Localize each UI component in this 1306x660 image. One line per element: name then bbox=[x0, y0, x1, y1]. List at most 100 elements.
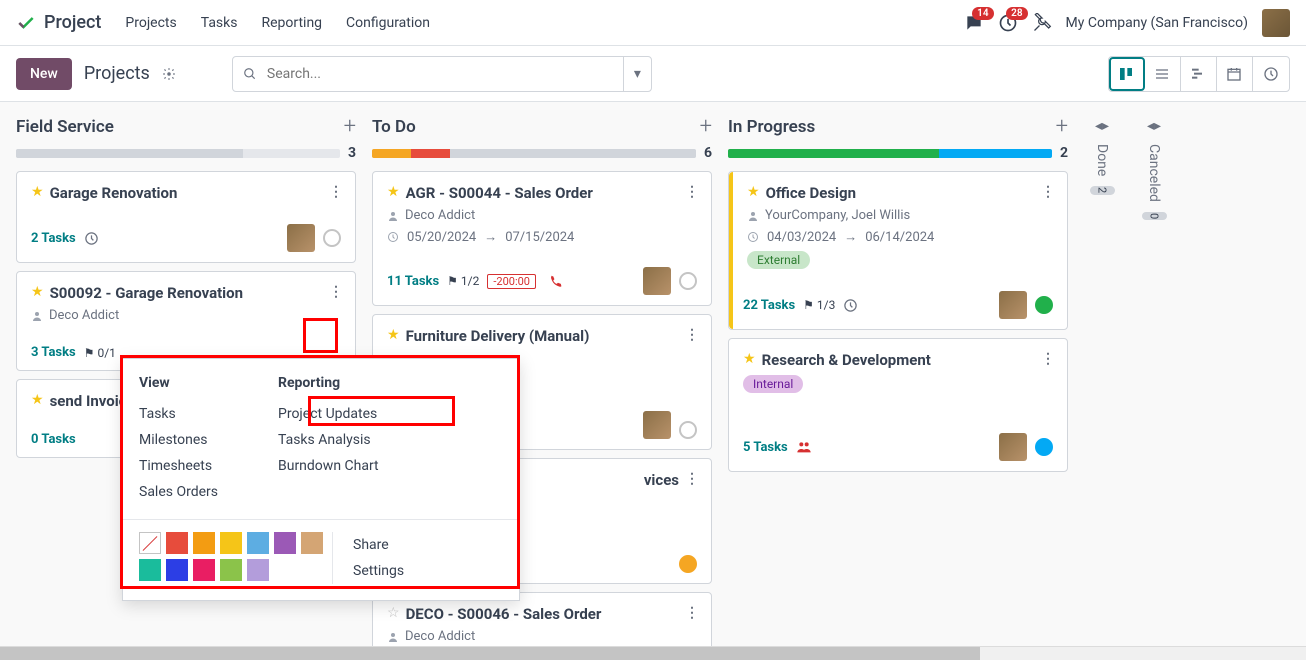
card-menu[interactable]: ⋮ bbox=[685, 605, 697, 621]
tasks-link[interactable]: 22 Tasks bbox=[743, 298, 795, 313]
assignee-avatar[interactable] bbox=[999, 433, 1027, 461]
menu-share[interactable]: Share bbox=[353, 532, 404, 558]
view-kanban[interactable] bbox=[1109, 57, 1145, 91]
menu-project-updates[interactable]: Project Updates bbox=[278, 401, 379, 427]
star-icon[interactable]: ☆ bbox=[387, 605, 400, 621]
status-circle[interactable] bbox=[679, 272, 697, 290]
milestone-flag[interactable]: ⚑ 1/3 bbox=[803, 298, 835, 312]
menu-sales-orders[interactable]: Sales Orders bbox=[139, 479, 218, 505]
user-avatar[interactable] bbox=[1262, 9, 1290, 37]
assignee-avatar[interactable] bbox=[643, 411, 671, 439]
nav-tasks[interactable]: Tasks bbox=[201, 15, 238, 31]
status-circle[interactable] bbox=[679, 421, 697, 439]
column-progress bbox=[728, 149, 1052, 158]
clock-icon[interactable] bbox=[843, 298, 858, 313]
team-icon[interactable] bbox=[796, 439, 812, 455]
nav-reporting[interactable]: Reporting bbox=[261, 15, 322, 31]
gear-icon[interactable] bbox=[162, 67, 176, 81]
swatch-tan[interactable] bbox=[301, 532, 323, 554]
arrow-icon: → bbox=[844, 229, 857, 245]
menu-settings[interactable]: Settings bbox=[353, 558, 404, 584]
status-circle[interactable] bbox=[679, 555, 697, 573]
card-menu[interactable]: ⋮ bbox=[329, 284, 341, 300]
star-icon[interactable]: ★ bbox=[31, 284, 44, 300]
assignee-avatar[interactable] bbox=[999, 291, 1027, 319]
card-menu[interactable]: ⋮ bbox=[1041, 351, 1053, 367]
clock-icon[interactable] bbox=[84, 231, 99, 246]
menu-burndown-chart[interactable]: Burndown Chart bbox=[278, 453, 379, 479]
menu-milestones[interactable]: Milestones bbox=[139, 427, 218, 453]
status-circle[interactable] bbox=[1035, 296, 1053, 314]
column-title[interactable]: To Do bbox=[372, 117, 416, 137]
tasks-link[interactable]: 0 Tasks bbox=[31, 432, 76, 447]
column-title[interactable]: Field Service bbox=[16, 117, 114, 137]
star-icon[interactable]: ★ bbox=[743, 351, 756, 367]
expand-icon[interactable]: ◂▸ bbox=[1147, 118, 1161, 134]
swatch-yellow[interactable] bbox=[220, 532, 242, 554]
swatch-orange[interactable] bbox=[193, 532, 215, 554]
status-circle[interactable] bbox=[1035, 438, 1053, 456]
menu-tasks[interactable]: Tasks bbox=[139, 401, 218, 427]
view-calendar[interactable] bbox=[1217, 57, 1253, 91]
horizontal-scrollbar[interactable] bbox=[0, 646, 1306, 660]
star-icon[interactable]: ★ bbox=[387, 327, 400, 343]
swatch-none[interactable] bbox=[139, 532, 161, 554]
menu-tasks-analysis[interactable]: Tasks Analysis bbox=[278, 427, 379, 453]
card-menu[interactable]: ⋮ bbox=[329, 184, 341, 200]
search-input[interactable] bbox=[267, 66, 623, 82]
column-add[interactable]: + bbox=[1056, 114, 1068, 139]
card-menu[interactable]: ⋮ bbox=[685, 184, 697, 200]
company-name[interactable]: My Company (San Francisco) bbox=[1066, 15, 1248, 31]
star-icon[interactable]: ★ bbox=[31, 184, 44, 200]
card-garage-renovation[interactable]: ★ Garage Renovation ⋮ 2 Tasks bbox=[16, 171, 356, 263]
top-bar: Project Projects Tasks Reporting Configu… bbox=[0, 0, 1306, 46]
messages-icon[interactable]: 14 bbox=[964, 13, 984, 33]
star-icon[interactable]: ★ bbox=[747, 184, 760, 200]
nav-projects[interactable]: Projects bbox=[125, 15, 176, 31]
priority-stripe bbox=[729, 172, 733, 329]
milestone-flag[interactable]: ⚑ 0/1 bbox=[84, 346, 116, 360]
column-done-collapsed[interactable]: ◂▸ Done 2 bbox=[1084, 114, 1120, 634]
search-box[interactable]: ▾ bbox=[232, 56, 652, 92]
phone-icon[interactable] bbox=[548, 274, 562, 288]
new-button[interactable]: New bbox=[16, 58, 72, 90]
swatch-purple[interactable] bbox=[274, 532, 296, 554]
expand-icon[interactable]: ◂▸ bbox=[1095, 118, 1109, 134]
swatch-green[interactable] bbox=[220, 559, 242, 581]
card-agr-s00044[interactable]: ★ AGR - S00044 - Sales Order ⋮ Deco Addi… bbox=[372, 171, 712, 306]
view-gantt[interactable] bbox=[1181, 57, 1217, 91]
swatch-lightblue[interactable] bbox=[247, 532, 269, 554]
swatch-teal[interactable] bbox=[139, 559, 161, 581]
status-circle[interactable] bbox=[323, 229, 341, 247]
card-office-design[interactable]: ★ Office Design ⋮ YourCompany, Joel Will… bbox=[728, 171, 1068, 330]
tasks-link[interactable]: 3 Tasks bbox=[31, 345, 76, 360]
column-canceled-collapsed[interactable]: ◂▸ Canceled 0 bbox=[1136, 114, 1172, 634]
swatch-lavender[interactable] bbox=[247, 559, 269, 581]
tools-icon[interactable] bbox=[1032, 13, 1052, 33]
column-title[interactable]: In Progress bbox=[728, 117, 815, 137]
star-icon[interactable]: ★ bbox=[31, 392, 44, 408]
milestone-flag[interactable]: ⚑ 1/2 bbox=[447, 274, 479, 288]
nav-configuration[interactable]: Configuration bbox=[346, 15, 430, 31]
assignee-avatar[interactable] bbox=[643, 267, 671, 295]
swatch-darkblue[interactable] bbox=[166, 559, 188, 581]
menu-timesheets[interactable]: Timesheets bbox=[139, 453, 218, 479]
card-menu[interactable]: ⋮ bbox=[1041, 184, 1053, 200]
assignee-avatar[interactable] bbox=[287, 224, 315, 252]
column-add[interactable]: + bbox=[344, 114, 356, 139]
swatch-pink[interactable] bbox=[193, 559, 215, 581]
swatch-red[interactable] bbox=[166, 532, 188, 554]
card-rnd[interactable]: ★ Research & Development ⋮ Internal 5 Ta… bbox=[728, 338, 1068, 472]
star-icon[interactable]: ★ bbox=[387, 184, 400, 200]
activities-icon[interactable]: 28 bbox=[998, 13, 1018, 33]
view-list[interactable] bbox=[1145, 57, 1181, 91]
card-menu[interactable]: ⋮ bbox=[685, 471, 697, 487]
tasks-link[interactable]: 5 Tasks bbox=[743, 440, 788, 455]
card-menu[interactable]: ⋮ bbox=[685, 327, 697, 343]
tasks-link[interactable]: 11 Tasks bbox=[387, 274, 439, 289]
tasks-link[interactable]: 2 Tasks bbox=[31, 231, 76, 246]
search-dropdown[interactable]: ▾ bbox=[623, 57, 651, 91]
app-name[interactable]: Project bbox=[44, 12, 101, 33]
view-activity[interactable] bbox=[1253, 57, 1289, 91]
column-add[interactable]: + bbox=[700, 114, 712, 139]
